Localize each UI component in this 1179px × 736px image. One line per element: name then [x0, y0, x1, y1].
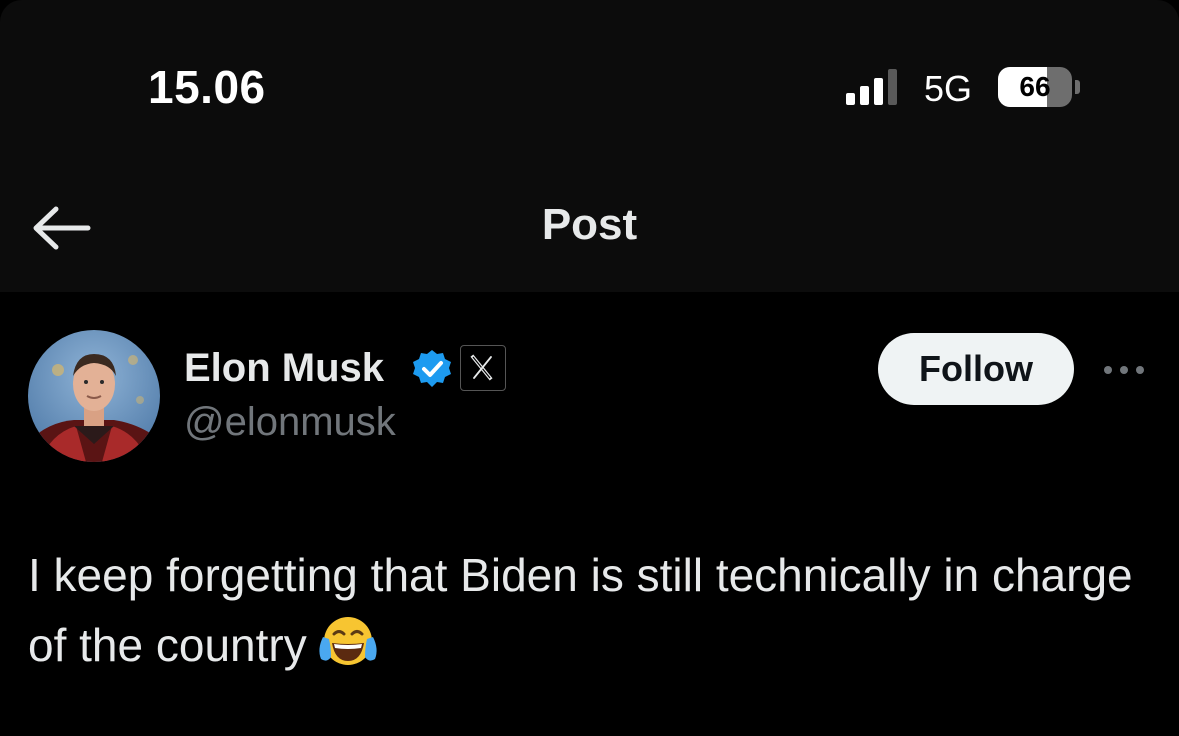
face-with-tears-of-joy-icon [317, 615, 379, 671]
more-options-button[interactable] [1100, 358, 1148, 382]
battery-tip [1075, 80, 1080, 94]
author-handle[interactable]: @elonmusk [184, 400, 396, 445]
page-title: Post [541, 200, 638, 249]
avatar[interactable] [28, 330, 160, 462]
battery-level: 66 [1019, 71, 1051, 102]
verified-badge-icon [410, 347, 454, 391]
avatar-image [28, 330, 160, 462]
post-text: I keep forgetting that Biden is still te… [28, 549, 1133, 671]
post-text-container: I keep forgetting that Biden is still te… [28, 540, 1148, 680]
more-horizontal-icon [1104, 366, 1144, 374]
author-name[interactable]: Elon Musk [184, 346, 384, 391]
network-type: 5G [924, 68, 973, 109]
signal-strength-icon [846, 69, 904, 105]
status-time: 15.06 [148, 61, 266, 113]
battery-icon: 66 [998, 67, 1072, 107]
follow-button[interactable]: Follow [878, 333, 1074, 405]
top-bar: 15.06 5G 66 Post [0, 0, 1179, 292]
x-logo-icon[interactable] [460, 345, 506, 391]
